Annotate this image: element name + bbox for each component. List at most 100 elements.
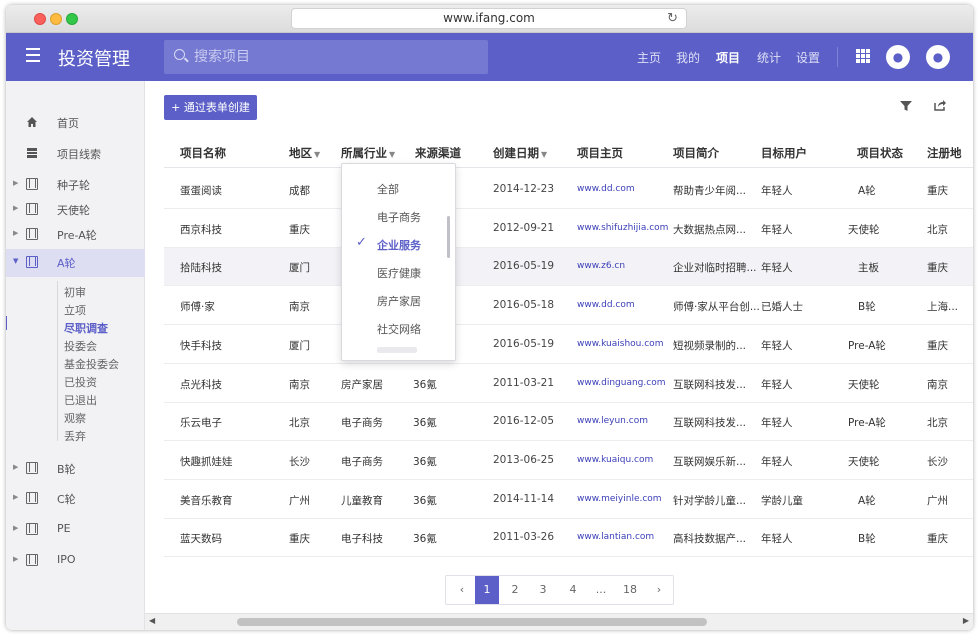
film-icon: [26, 492, 38, 504]
submenu-item[interactable]: 立项: [64, 302, 86, 318]
dropdown-option[interactable]: 医疗健康: [342, 258, 455, 286]
column-header-target-users[interactable]: 目标用户: [761, 145, 807, 161]
cell-homepage[interactable]: www.lantian.com: [577, 532, 654, 542]
pagination-next-icon[interactable]: ›: [647, 576, 671, 604]
cell-status: 天使轮: [848, 223, 880, 236]
create-by-form-button[interactable]: + 通过表单创建: [164, 95, 257, 120]
column-header-homepage[interactable]: 项目主页: [577, 145, 623, 161]
scroll-right-icon[interactable]: ▶: [963, 616, 969, 625]
nav-stats[interactable]: 统计: [757, 49, 781, 66]
dropdown-option[interactable]: 房产家居: [342, 286, 455, 314]
cell-homepage[interactable]: www.kuaiqu.com: [577, 455, 653, 465]
search-box[interactable]: [164, 40, 488, 74]
cell-status: A轮: [858, 494, 876, 507]
table-row[interactable]: 快趣抓娃娃 长沙 电子商务 36氪 2013-06-25 www.kuaiqu.com 互联…: [164, 442, 973, 480]
sidebar-item-leads[interactable]: 项目线索: [6, 140, 145, 166]
sidebar-item-home[interactable]: 首页: [6, 109, 145, 135]
scrollbar-thumb[interactable]: [237, 618, 707, 626]
cell-registered: 重庆: [927, 339, 948, 352]
sidebar-item-pe[interactable]: ▶ PE: [6, 516, 145, 542]
cell-region: 南京: [289, 378, 310, 391]
column-header-industry[interactable]: 所属行业 ▼: [341, 145, 395, 161]
table-row[interactable]: 西京科技 重庆 2012-09-21 www.shifuzhijia.com 大数据热点…: [164, 210, 973, 248]
cell-homepage[interactable]: www.dd.com: [577, 300, 635, 310]
pagination-prev-icon[interactable]: ‹: [450, 576, 474, 604]
column-header-region[interactable]: 地区 ▼: [289, 145, 320, 161]
table-row[interactable]: 师傅·家 南京 2016-05-18 www.dd.com 师傅·家从平台创... 已婚人…: [164, 287, 973, 326]
reload-icon[interactable]: ↻: [667, 9, 678, 28]
address-bar[interactable]: www.ifang.com ↻: [291, 8, 687, 29]
dropdown-option[interactable]: 全部: [342, 174, 455, 202]
sidebar-item-pre-a[interactable]: ▶ Pre-A轮: [6, 221, 145, 247]
user-avatar-icon[interactable]: ●: [926, 45, 950, 69]
dropdown-scrollbar[interactable]: [447, 216, 450, 258]
nav-mine[interactable]: 我的: [676, 49, 700, 66]
sidebar-item-seed[interactable]: ▶ 种子轮: [6, 171, 145, 197]
sidebar-item-a-round[interactable]: ▼ A轮: [6, 249, 145, 277]
film-icon: [26, 256, 38, 268]
column-header-source[interactable]: 来源渠道: [415, 145, 461, 161]
column-header-registered[interactable]: 注册地: [927, 145, 962, 161]
apps-grid-icon[interactable]: [856, 49, 870, 63]
sidebar-item-ipo[interactable]: ▶ IPO: [6, 547, 145, 573]
submenu-item[interactable]: 观察: [64, 410, 86, 426]
sidebar-item-label: 项目线索: [57, 148, 101, 161]
cell-homepage[interactable]: www.z6.cn: [577, 261, 625, 271]
cell-homepage[interactable]: www.dd.com: [577, 184, 635, 194]
nav-projects[interactable]: 项目: [716, 49, 740, 66]
table-row[interactable]: 点光科技 南京 房产家居 36氪 2011-03-21 www.dinguang.com 互…: [164, 365, 973, 403]
cell-name: 西京科技: [180, 223, 222, 236]
cell-homepage[interactable]: www.meiyinle.com: [577, 494, 662, 504]
search-input[interactable]: [194, 40, 474, 74]
menu-icon[interactable]: [26, 48, 40, 66]
horizontal-scrollbar[interactable]: ◀ ▶: [145, 613, 973, 630]
submenu-item[interactable]: 初审: [64, 284, 86, 300]
column-header-summary[interactable]: 项目简介: [673, 145, 719, 161]
table-row[interactable]: 快手科技 厦门 2016-05-19 www.kuaishou.com 短视频录制的..…: [164, 326, 973, 364]
notification-bell-icon[interactable]: ●: [886, 45, 910, 69]
table-row[interactable]: 拾陆科技 厦门 2016-05-19 www.z6.cn 企业对临时招聘... 年轻人 主板…: [164, 248, 973, 287]
cell-target-users: 年轻人: [761, 262, 793, 275]
nav-settings[interactable]: 设置: [796, 49, 820, 66]
submenu-item-active[interactable]: 尽职调查: [64, 320, 108, 336]
dropdown-option[interactable]: 电子商务: [342, 202, 455, 230]
dropdown-option-selected[interactable]: ✓ 企业服务: [342, 230, 455, 258]
column-header-status[interactable]: 项目状态: [857, 145, 903, 161]
cell-homepage[interactable]: www.shifuzhijia.com: [577, 223, 668, 233]
cell-homepage[interactable]: www.kuaishou.com: [577, 339, 663, 349]
film-icon: [26, 462, 38, 474]
cell-registered: 北京: [927, 417, 948, 430]
table-row[interactable]: 美音乐教育 广州 儿童教育 36氪 2014-11-14 www.meiyinle.com…: [164, 481, 973, 519]
pagination-page[interactable]: 3: [531, 576, 555, 604]
pagination-page[interactable]: 18: [618, 576, 642, 604]
table-row[interactable]: 蛋蛋阅读 成都 2014-12-23 www.dd.com 帮助青少年阅... 年轻人 A轮…: [164, 171, 973, 209]
submenu-item[interactable]: 丢弃: [64, 428, 86, 444]
column-header-name[interactable]: 项目名称: [180, 145, 226, 161]
share-icon[interactable]: [934, 99, 946, 111]
filter-icon[interactable]: [900, 101, 912, 111]
url-text: www.ifang.com: [443, 11, 535, 25]
sidebar-item-c-round[interactable]: ▶ C轮: [6, 485, 145, 511]
maximize-window-button[interactable]: [66, 13, 78, 25]
nav-home[interactable]: 主页: [637, 49, 661, 66]
submenu-item[interactable]: 已投资: [64, 374, 97, 390]
cell-homepage[interactable]: www.dinguang.com: [577, 378, 665, 388]
sidebar-item-b-round[interactable]: ▶ B轮: [6, 455, 145, 481]
pagination-page[interactable]: 4: [561, 576, 585, 604]
cell-homepage[interactable]: www.leyun.com: [577, 416, 648, 426]
submenu-item[interactable]: 已退出: [64, 392, 97, 408]
column-header-created-date[interactable]: 创建日期 ▼: [493, 145, 547, 161]
pagination-page[interactable]: 2: [503, 576, 527, 604]
cell-region: 北京: [289, 417, 310, 430]
sidebar-item-angel[interactable]: ▶ 天使轮: [6, 196, 145, 222]
submenu-item[interactable]: 投委会: [64, 338, 97, 354]
table-row[interactable]: 乐云电子 北京 电子商务 36氪 2016-12-05 www.leyun.com 互联网科…: [164, 403, 973, 442]
pagination-page-current[interactable]: 1: [475, 576, 499, 604]
close-window-button[interactable]: [34, 13, 46, 25]
submenu-item[interactable]: 基金投委会: [64, 356, 119, 372]
minimize-window-button[interactable]: [50, 13, 62, 25]
cell-registered: 重庆: [927, 262, 948, 275]
table-row[interactable]: 蓝天数码 重庆 电子科技 36氪 2011-03-26 www.lantian.com 高科…: [164, 519, 973, 558]
dropdown-option[interactable]: 社交网络: [342, 314, 455, 342]
scroll-left-icon[interactable]: ◀: [149, 616, 155, 625]
